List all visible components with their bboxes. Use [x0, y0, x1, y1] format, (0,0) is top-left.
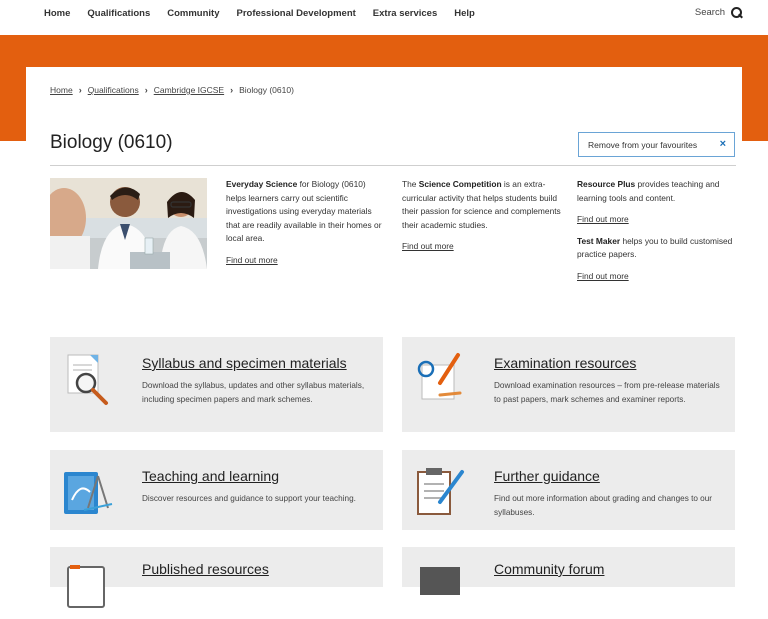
test-maker-link[interactable]: Find out more: [577, 270, 742, 284]
tile-syllabus-desc: Download the syllabus, updates and other…: [142, 381, 365, 404]
nav-community[interactable]: Community: [167, 8, 219, 19]
science-competition-title: Science Competition: [418, 179, 502, 189]
top-navigation: Home Qualifications Community Profession…: [0, 0, 768, 30]
test-maker-title: Test Maker: [577, 235, 621, 246]
students-lab-illustration: [50, 178, 207, 269]
search-button[interactable]: Search: [695, 7, 742, 18]
students-lab-photo: [50, 178, 207, 269]
search-label: Search: [694, 7, 725, 18]
resource-plus-title: Resource Plus: [577, 179, 636, 189]
tile-syllabus[interactable]: Syllabus and specimen materials Download…: [50, 337, 383, 432]
science-competition-link[interactable]: Find out more: [402, 240, 562, 254]
tile-published-resources-title[interactable]: Published resources: [142, 561, 269, 577]
tile-examination-desc: Download examination resources – from pr…: [494, 381, 720, 404]
main-nav: Home Qualifications Community Profession…: [44, 8, 475, 19]
nav-qualifications[interactable]: Qualifications: [87, 8, 150, 19]
breadcrumb-cambridge-igcse[interactable]: Cambridge IGCSE: [154, 85, 224, 95]
breadcrumb-qualifications[interactable]: Qualifications: [88, 85, 139, 95]
everyday-science-promo: Everyday Science for Biology (0610) help…: [226, 178, 386, 268]
tile-teaching[interactable]: Teaching and learning Discover resources…: [50, 450, 383, 530]
close-icon: ×: [719, 138, 726, 150]
tile-community-forum-title[interactable]: Community forum: [494, 561, 604, 577]
nav-home[interactable]: Home: [44, 8, 70, 19]
search-icon: [731, 7, 742, 18]
science-competition-lead: The: [402, 179, 419, 189]
nav-professional-development[interactable]: Professional Development: [236, 8, 355, 19]
clipboard-pen-icon: [417, 468, 464, 515]
magnifier-document-icon: [67, 354, 108, 405]
page-title: Biology (0610): [50, 132, 173, 153]
tile-published-resources[interactable]: Published resources: [50, 547, 383, 608]
remove-favourite-button[interactable]: Remove from your favourites ×: [578, 132, 735, 157]
chevron-right-icon: ›: [144, 85, 148, 95]
breadcrumb: Home › Qualifications › Cambridge IGCSE …: [50, 85, 294, 95]
tile-further-guidance-title[interactable]: Further guidance: [494, 468, 600, 484]
tile-examination[interactable]: Examination resources Download examinati…: [402, 337, 735, 432]
pencil-paper-icon: [417, 353, 462, 400]
tile-teaching-title[interactable]: Teaching and learning: [142, 468, 279, 484]
test-maker-promo: Test Maker helps you to build customised…: [577, 235, 742, 262]
remove-favourite-label: Remove from your favourites: [588, 139, 698, 150]
content-card: Home › Qualifications › Cambridge IGCSE …: [26, 67, 742, 608]
nav-help[interactable]: Help: [454, 8, 475, 19]
science-competition-promo: The Science Competition is an extra-curr…: [402, 178, 562, 254]
resource-plus-link[interactable]: Find out more: [577, 213, 742, 227]
tile-syllabus-title[interactable]: Syllabus and specimen materials: [142, 355, 347, 371]
book-icon: [67, 565, 105, 608]
everyday-science-title: Everyday Science: [226, 179, 298, 189]
title-divider: [50, 165, 736, 166]
chevron-right-icon: ›: [230, 85, 234, 95]
tile-further-guidance[interactable]: Further guidance Find out more informati…: [402, 450, 735, 530]
chevron-right-icon: ›: [78, 85, 82, 95]
everyday-science-link[interactable]: Find out more: [226, 254, 386, 268]
tile-teaching-desc: Discover resources and guidance to suppo…: [142, 494, 356, 503]
folder-compass-icon: [64, 472, 113, 514]
nav-extra-services[interactable]: Extra services: [373, 8, 437, 19]
breadcrumb-home[interactable]: Home: [50, 85, 73, 95]
tile-examination-title[interactable]: Examination resources: [494, 355, 636, 371]
resource-plus-promo: Resource Plus provides teaching and lear…: [577, 178, 742, 284]
tile-further-guidance-desc: Find out more information about grading …: [494, 494, 713, 517]
breadcrumb-current: Biology (0610): [239, 85, 294, 95]
tile-community-forum[interactable]: Community forum: [402, 547, 735, 595]
laptop-icon: [420, 567, 460, 595]
